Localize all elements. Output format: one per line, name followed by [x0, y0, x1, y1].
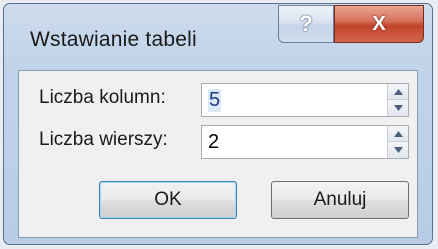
dialog-title: Wstawianie tabeli: [30, 28, 197, 51]
columns-label: Liczba kolumn:: [39, 87, 166, 108]
spin-up-icon: [393, 88, 403, 95]
columns-row: Liczba kolumn: 5: [19, 77, 417, 119]
rows-spin-up-button[interactable]: [388, 126, 408, 142]
titlebar[interactable]: Wstawianie tabeli ? X: [4, 4, 432, 70]
columns-spin-buttons: [387, 84, 408, 116]
ok-button[interactable]: OK: [99, 181, 237, 219]
spin-up-icon: [393, 130, 403, 137]
cancel-button[interactable]: Anuluj: [271, 181, 409, 219]
dialog-body: Liczba kolumn: 5 Liczba wierszy: 2 OK An…: [18, 70, 418, 238]
insert-table-dialog: Wstawianie tabeli ? X Liczba kolumn: 5 L…: [3, 3, 433, 245]
close-button[interactable]: X: [334, 5, 424, 43]
rows-spinbox[interactable]: 2: [201, 125, 409, 159]
columns-spin-down-button[interactable]: [388, 100, 408, 116]
close-icon: X: [372, 12, 386, 35]
columns-spin-up-button[interactable]: [388, 84, 408, 100]
rows-row: Liczba wierszy: 2: [19, 119, 417, 161]
rows-spin-down-button[interactable]: [388, 142, 408, 158]
rows-label: Liczba wierszy:: [39, 129, 168, 150]
rows-value[interactable]: 2: [208, 131, 219, 154]
spin-down-icon: [393, 147, 403, 153]
columns-value[interactable]: 5: [208, 89, 222, 112]
columns-spinbox[interactable]: 5: [201, 83, 409, 117]
spin-down-icon: [393, 105, 403, 111]
help-button[interactable]: ?: [278, 5, 334, 43]
rows-spin-buttons: [387, 126, 408, 158]
help-icon: ?: [299, 11, 313, 36]
